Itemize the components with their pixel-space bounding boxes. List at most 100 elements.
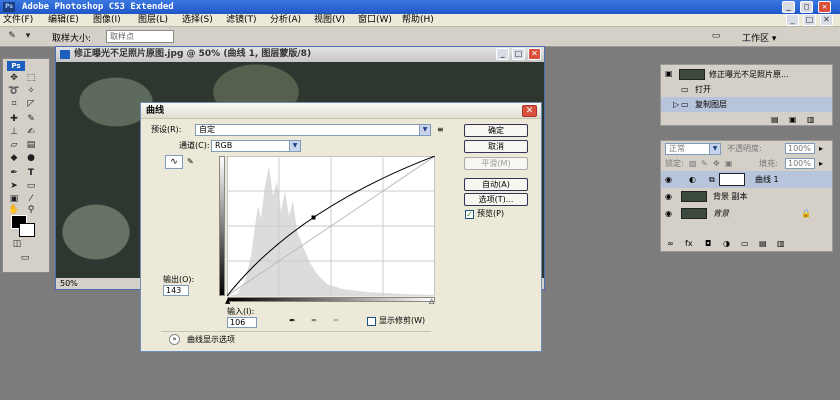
opacity-field[interactable]: 100% — [785, 143, 815, 154]
history-snapshot-row[interactable]: ▣ 修正曝光不足照片原... — [661, 67, 832, 82]
channel-select[interactable]: RGB ▼ — [211, 140, 301, 152]
new-group-icon[interactable]: ▭ — [741, 239, 749, 248]
curve-display-options-label[interactable]: 曲线显示选项 — [187, 335, 235, 345]
crop-tool-icon[interactable]: ⌗ — [8, 99, 20, 110]
smooth-button[interactable]: 平滑(M) — [464, 157, 528, 170]
fill-field[interactable]: 100% — [785, 158, 815, 169]
lock-all-icon[interactable]: ▣ — [725, 159, 733, 169]
menu-layer[interactable]: 图层(L) — [138, 15, 168, 26]
menu-view[interactable]: 视图(V) — [314, 15, 345, 26]
black-eyedropper-icon[interactable]: ✒ — [289, 316, 296, 326]
layer-mask-thumbnail[interactable] — [719, 173, 745, 186]
magic-wand-tool-icon[interactable]: ✧ — [25, 86, 37, 97]
delete-state-icon[interactable]: ▥ — [807, 115, 815, 124]
dialog-close-icon[interactable]: ✕ — [522, 105, 537, 117]
cancel-button[interactable]: 取消 — [464, 140, 528, 153]
marquee-tool-icon[interactable]: ⬚ — [25, 73, 37, 84]
preset-options-icon[interactable]: ≡ — [437, 125, 444, 135]
pen-tool-icon[interactable]: ✒ — [8, 168, 20, 179]
gray-eyedropper-icon[interactable]: ✒ — [311, 316, 318, 326]
lasso-tool-icon[interactable]: ➰ — [8, 86, 20, 97]
new-adjustment-layer-icon[interactable]: ◑ — [723, 239, 730, 248]
layer-row-background[interactable]: ◉ 背景 🔒 — [661, 205, 832, 222]
history-item[interactable]: ▭ 打开 — [661, 82, 832, 97]
white-eyedropper-icon[interactable]: ✒ — [333, 316, 340, 326]
show-clipping-checkbox[interactable] — [367, 317, 376, 326]
move-tool-icon[interactable]: ✥ — [8, 73, 20, 84]
link-layers-icon[interactable]: ∞ — [667, 239, 674, 248]
eye-icon[interactable]: ◉ — [665, 175, 672, 185]
layer-row-bg-copy[interactable]: ◉ 背景 副本 — [661, 188, 832, 205]
curves-graph[interactable] — [227, 156, 435, 296]
clone-stamp-tool-icon[interactable]: ⊥ — [8, 127, 20, 138]
quick-mask-icon[interactable]: ◫ — [9, 239, 25, 250]
lock-paint-icon[interactable]: ✎ — [701, 159, 708, 169]
background-color-swatch[interactable] — [19, 223, 35, 237]
close-icon[interactable]: ✕ — [818, 1, 831, 13]
ok-button[interactable]: 确定 — [464, 124, 528, 137]
preview-checkbox[interactable]: ✓ — [465, 210, 474, 219]
sample-size-select[interactable]: 取样点 — [106, 30, 174, 43]
lock-move-icon[interactable]: ✥ — [713, 159, 720, 169]
layer-style-icon[interactable]: fx — [685, 239, 693, 248]
menu-analysis[interactable]: 分析(A) — [270, 15, 301, 26]
blur-tool-icon[interactable]: ◆ — [8, 153, 20, 164]
eye-icon[interactable]: ◉ — [665, 209, 672, 219]
path-selection-tool-icon[interactable]: ➤ — [8, 181, 20, 192]
fill-slider-icon[interactable]: ▸ — [819, 159, 823, 169]
menu-edit[interactable]: 编辑(E) — [48, 15, 79, 26]
eyedropper-tool-icon[interactable]: ✎ — [6, 31, 18, 42]
output-field[interactable]: 143 — [163, 285, 189, 296]
workspace-menu[interactable]: 工作区 ▾ — [742, 31, 776, 44]
healing-brush-tool-icon[interactable]: ✚ — [8, 114, 20, 125]
lock-transparent-icon[interactable]: ▨ — [689, 159, 697, 169]
blend-mode-select[interactable]: 正常 ▼ — [665, 143, 721, 155]
menu-file[interactable]: 文件(F) — [3, 15, 33, 26]
brush-source-icon[interactable]: ▣ — [665, 69, 673, 79]
menu-filter[interactable]: 滤镜(T) — [226, 15, 257, 26]
menu-window[interactable]: 窗口(W) — [358, 15, 392, 26]
add-mask-icon[interactable]: ◘ — [705, 239, 711, 248]
zoom-level[interactable]: 50% — [60, 278, 78, 289]
doc-window-minimize-icon[interactable]: _ — [496, 48, 509, 60]
doc-close-icon[interactable]: ✕ — [820, 14, 833, 26]
delete-layer-icon[interactable]: ▥ — [777, 239, 785, 248]
tool-preset-chevron-icon[interactable]: ▾ — [22, 31, 34, 42]
workspace-switcher-icon[interactable]: ▭ — [708, 31, 724, 42]
menu-help[interactable]: 帮助(H) — [402, 15, 434, 26]
screen-mode-icon[interactable]: ▭ — [17, 253, 33, 264]
doc-minimize-icon[interactable]: _ — [786, 14, 799, 26]
opacity-slider-icon[interactable]: ▸ — [819, 144, 823, 154]
curve-edit-points-icon[interactable]: ∿ — [165, 155, 183, 169]
notes-tool-icon[interactable]: ▣ — [8, 194, 20, 205]
brush-tool-icon[interactable]: ✎ — [25, 114, 37, 125]
maximize-icon[interactable]: □ — [800, 1, 813, 13]
expand-chevron-icon[interactable]: » — [169, 334, 180, 345]
history-item-selected[interactable]: ▷ ▭ 复制图层 — [661, 97, 832, 112]
history-brush-tool-icon[interactable]: ✍ — [25, 127, 37, 138]
doc-restore-icon[interactable]: □ — [803, 14, 816, 26]
doc-window-close-icon[interactable]: ✕ — [528, 48, 541, 60]
eye-icon[interactable]: ◉ — [665, 192, 672, 202]
doc-window-maximize-icon[interactable]: □ — [512, 48, 525, 60]
white-point-slider-icon[interactable]: △ — [429, 296, 434, 306]
eyedropper-icon[interactable]: ⁄ — [25, 194, 37, 205]
curve-pencil-icon[interactable]: ✎ — [187, 157, 194, 167]
options-button[interactable]: 选项(T)... — [464, 193, 528, 206]
black-point-slider-icon[interactable]: ▲ — [225, 296, 230, 306]
shape-tool-icon[interactable]: ▭ — [25, 181, 37, 192]
input-field[interactable]: 106 — [227, 317, 257, 328]
layer-row-curves[interactable]: ◉ ◐ ⧉ 曲线 1 — [661, 171, 832, 188]
preset-select[interactable]: 自定 ▼ — [195, 124, 431, 136]
slice-tool-icon[interactable]: ◸ — [25, 99, 37, 110]
new-snapshot-icon[interactable]: ▣ — [789, 115, 797, 124]
auto-button[interactable]: 自动(A) — [464, 178, 528, 191]
new-layer-icon[interactable]: ▤ — [759, 239, 767, 248]
eraser-tool-icon[interactable]: ▱ — [8, 140, 20, 151]
minimize-icon[interactable]: _ — [782, 1, 795, 13]
menu-image[interactable]: 图像(I) — [93, 15, 121, 26]
type-tool-icon[interactable]: T — [25, 168, 37, 179]
new-document-icon[interactable]: ▤ — [771, 115, 779, 124]
gradient-tool-icon[interactable]: ▤ — [25, 140, 37, 151]
menu-select[interactable]: 选择(S) — [182, 15, 213, 26]
